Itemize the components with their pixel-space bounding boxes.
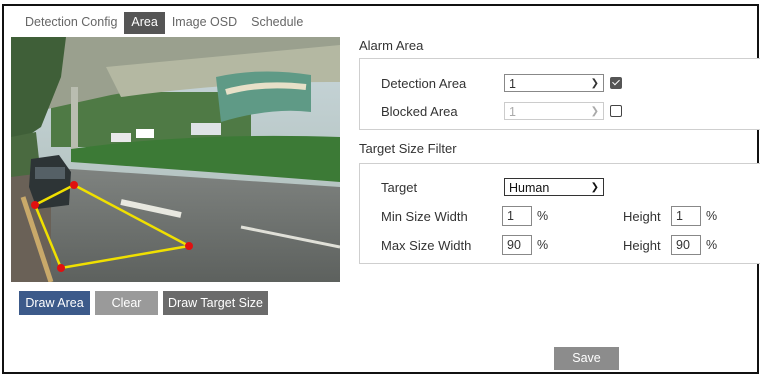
min-size-width-label: Min Size Width <box>381 209 468 224</box>
blocked-area-checkbox[interactable] <box>610 105 622 117</box>
max-height-unit: % <box>706 238 718 252</box>
alarm-area-title: Alarm Area <box>359 38 424 53</box>
tab-area[interactable]: Area <box>124 12 165 34</box>
target-value: Human <box>509 181 550 195</box>
target-select[interactable]: Human ❯ <box>504 178 604 196</box>
min-height-unit: % <box>706 209 718 223</box>
draw-target-size-button[interactable]: Draw Target Size <box>163 291 268 315</box>
camera-preview-image <box>11 37 340 282</box>
camera-preview[interactable] <box>11 37 340 282</box>
target-size-filter-panel: Target Human ❯ Min Size Width 1 % Height… <box>359 163 760 264</box>
chevron-down-icon: ❯ <box>590 78 599 89</box>
min-height-label: Height <box>623 209 661 224</box>
area-vertex <box>31 201 39 209</box>
tab-detection-config[interactable]: Detection Config <box>18 12 124 34</box>
min-width-unit: % <box>537 209 549 223</box>
detection-area-checkbox[interactable] <box>610 77 622 89</box>
draw-area-button[interactable]: Draw Area <box>19 291 90 315</box>
blocked-area-value: 1 <box>509 105 516 119</box>
clear-button[interactable]: Clear <box>95 291 158 315</box>
area-vertex <box>185 242 193 250</box>
min-size-width-input[interactable]: 1 <box>502 206 532 226</box>
save-button[interactable]: Save <box>554 347 619 370</box>
max-width-unit: % <box>537 238 549 252</box>
area-vertex <box>57 264 65 272</box>
detection-area-select[interactable]: 1 ❯ <box>504 74 604 92</box>
tab-schedule[interactable]: Schedule <box>244 12 310 34</box>
blocked-area-label: Blocked Area <box>381 104 458 119</box>
detection-area-value: 1 <box>509 77 516 91</box>
min-size-height-input[interactable]: 1 <box>671 206 701 226</box>
area-vertex <box>70 181 78 189</box>
tab-bar: Detection Config Area Image OSD Schedule <box>18 12 310 34</box>
alarm-area-panel: Detection Area 1 ❯ Blocked Area 1 ❯ <box>359 58 760 130</box>
tab-image-osd[interactable]: Image OSD <box>165 12 244 34</box>
max-size-height-input[interactable]: 90 <box>671 235 701 255</box>
chevron-down-icon: ❯ <box>590 182 599 193</box>
blocked-area-select[interactable]: 1 ❯ <box>504 102 604 120</box>
max-size-width-label: Max Size Width <box>381 238 472 253</box>
target-size-filter-title: Target Size Filter <box>359 141 457 156</box>
detection-area-label: Detection Area <box>381 76 467 91</box>
max-height-label: Height <box>623 238 661 253</box>
target-label: Target <box>381 180 418 195</box>
max-size-width-input[interactable]: 90 <box>502 235 532 255</box>
chevron-down-icon: ❯ <box>590 106 599 117</box>
